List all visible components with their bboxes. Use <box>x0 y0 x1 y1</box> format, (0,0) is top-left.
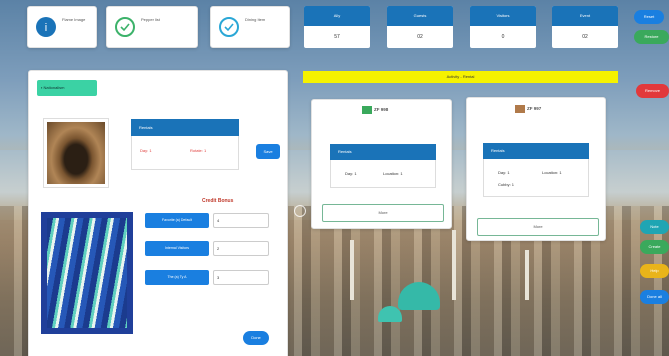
more-button[interactable]: More <box>477 218 599 236</box>
minaret <box>350 240 354 300</box>
card-title-text: ZF 998 <box>374 107 389 113</box>
rentals-key1: Day: 1 <box>140 148 152 153</box>
rentals-details: Day: 1 Location: 1 <box>330 160 436 188</box>
rental-card-997: ZF 997 Rentals Day: 1 Location: 1 Cubby:… <box>466 97 606 241</box>
nationalism-badge: ▪ Nationalism <box>37 80 97 96</box>
form-input[interactable]: 4 <box>213 213 269 228</box>
save-button[interactable]: Save <box>256 144 280 159</box>
stat-header: Guests <box>387 6 453 26</box>
help-button[interactable]: Help <box>640 264 669 278</box>
rentals-key1: Day: 1 <box>498 170 510 175</box>
minaret <box>525 250 529 300</box>
form-title: Credit Bonus <box>202 198 234 204</box>
create-button[interactable]: Create <box>640 240 669 254</box>
svg-text:i: i <box>45 22 47 34</box>
poster-image <box>41 212 133 334</box>
building-icon <box>362 106 372 114</box>
stat-event: Event 02 <box>552 6 618 48</box>
rentals-key1: Day: 1 <box>345 171 357 176</box>
form-input[interactable]: 3 <box>213 270 269 285</box>
rentals-key2: Rotate: 1 <box>190 148 207 153</box>
rentals-details: Day: 1 Rotate: 1 <box>131 136 239 170</box>
card-title: ZF 998 <box>362 106 388 114</box>
done-button[interactable]: Done <box>243 331 269 345</box>
stat-value: 02 <box>582 34 588 40</box>
check-icon <box>219 17 239 37</box>
stat-value: 57 <box>334 34 340 40</box>
form-label-button[interactable]: Internal Visitors <box>145 241 209 256</box>
form-label-button[interactable]: The (a) Ty A <box>145 270 209 285</box>
card-title: ZF 997 <box>515 105 541 113</box>
rentals-key3: Cubby: 1 <box>498 182 515 187</box>
minaret <box>452 230 456 300</box>
rental-card-998: ZF 998 Rentals Day: 1 Location: 1 More <box>311 99 452 229</box>
note-button[interactable]: Note <box>640 220 669 234</box>
stat-header: Ally <box>304 6 370 26</box>
info-icon: i <box>36 17 56 37</box>
card-title-text: ZF 997 <box>527 106 542 112</box>
top-card-pepper[interactable]: Pepper list <box>106 6 198 48</box>
check-icon <box>115 17 135 37</box>
remove-button[interactable]: Remove <box>636 84 669 98</box>
reset-button[interactable]: Reset <box>634 10 664 24</box>
top-card-label: Dining Item <box>245 17 266 22</box>
stat-value: 0 <box>501 34 505 40</box>
stat-value: 02 <box>417 34 423 40</box>
top-card-dining[interactable]: Dining Item <box>210 6 290 48</box>
building-icon <box>515 105 525 113</box>
rentals-bar: Rentals <box>330 144 436 160</box>
top-card-label: Flame Image <box>62 17 86 22</box>
top-card-label: Pepper list <box>141 17 160 22</box>
top-card-flame[interactable]: i Flame Image <box>27 6 97 48</box>
more-button[interactable]: More <box>322 204 444 222</box>
rentals-details: Day: 1 Location: 1 Cubby: 1 <box>483 159 589 197</box>
rentals-key2: Location: 1 <box>383 171 403 176</box>
stat-header: Visitors <box>470 6 536 26</box>
stat-header: Event <box>552 6 618 26</box>
activity-banner: Activity - Rental <box>303 71 618 83</box>
rentals-key2: Location: 1 <box>542 170 562 175</box>
left-panel: ▪ Nationalism Rentals Day: 1 Rotate: 1 S… <box>28 70 288 356</box>
restore-button[interactable]: Restore <box>634 30 669 44</box>
mosque-door-photo <box>43 118 109 188</box>
stat-guests: Guests 02 <box>387 6 453 48</box>
form-input[interactable]: 2 <box>213 241 269 256</box>
rentals-bar: Rentals <box>131 119 239 136</box>
stat-ally: Ally 57 <box>304 6 370 48</box>
form-label-button[interactable]: Favorite (a) Default <box>145 213 209 228</box>
expand-icon[interactable] <box>294 205 306 217</box>
rentals-bar: Rentals <box>483 143 589 159</box>
done-all-button[interactable]: Done all <box>640 290 669 304</box>
badge-label: Nationalism <box>43 85 65 90</box>
stat-visitors: Visitors 0 <box>470 6 536 48</box>
